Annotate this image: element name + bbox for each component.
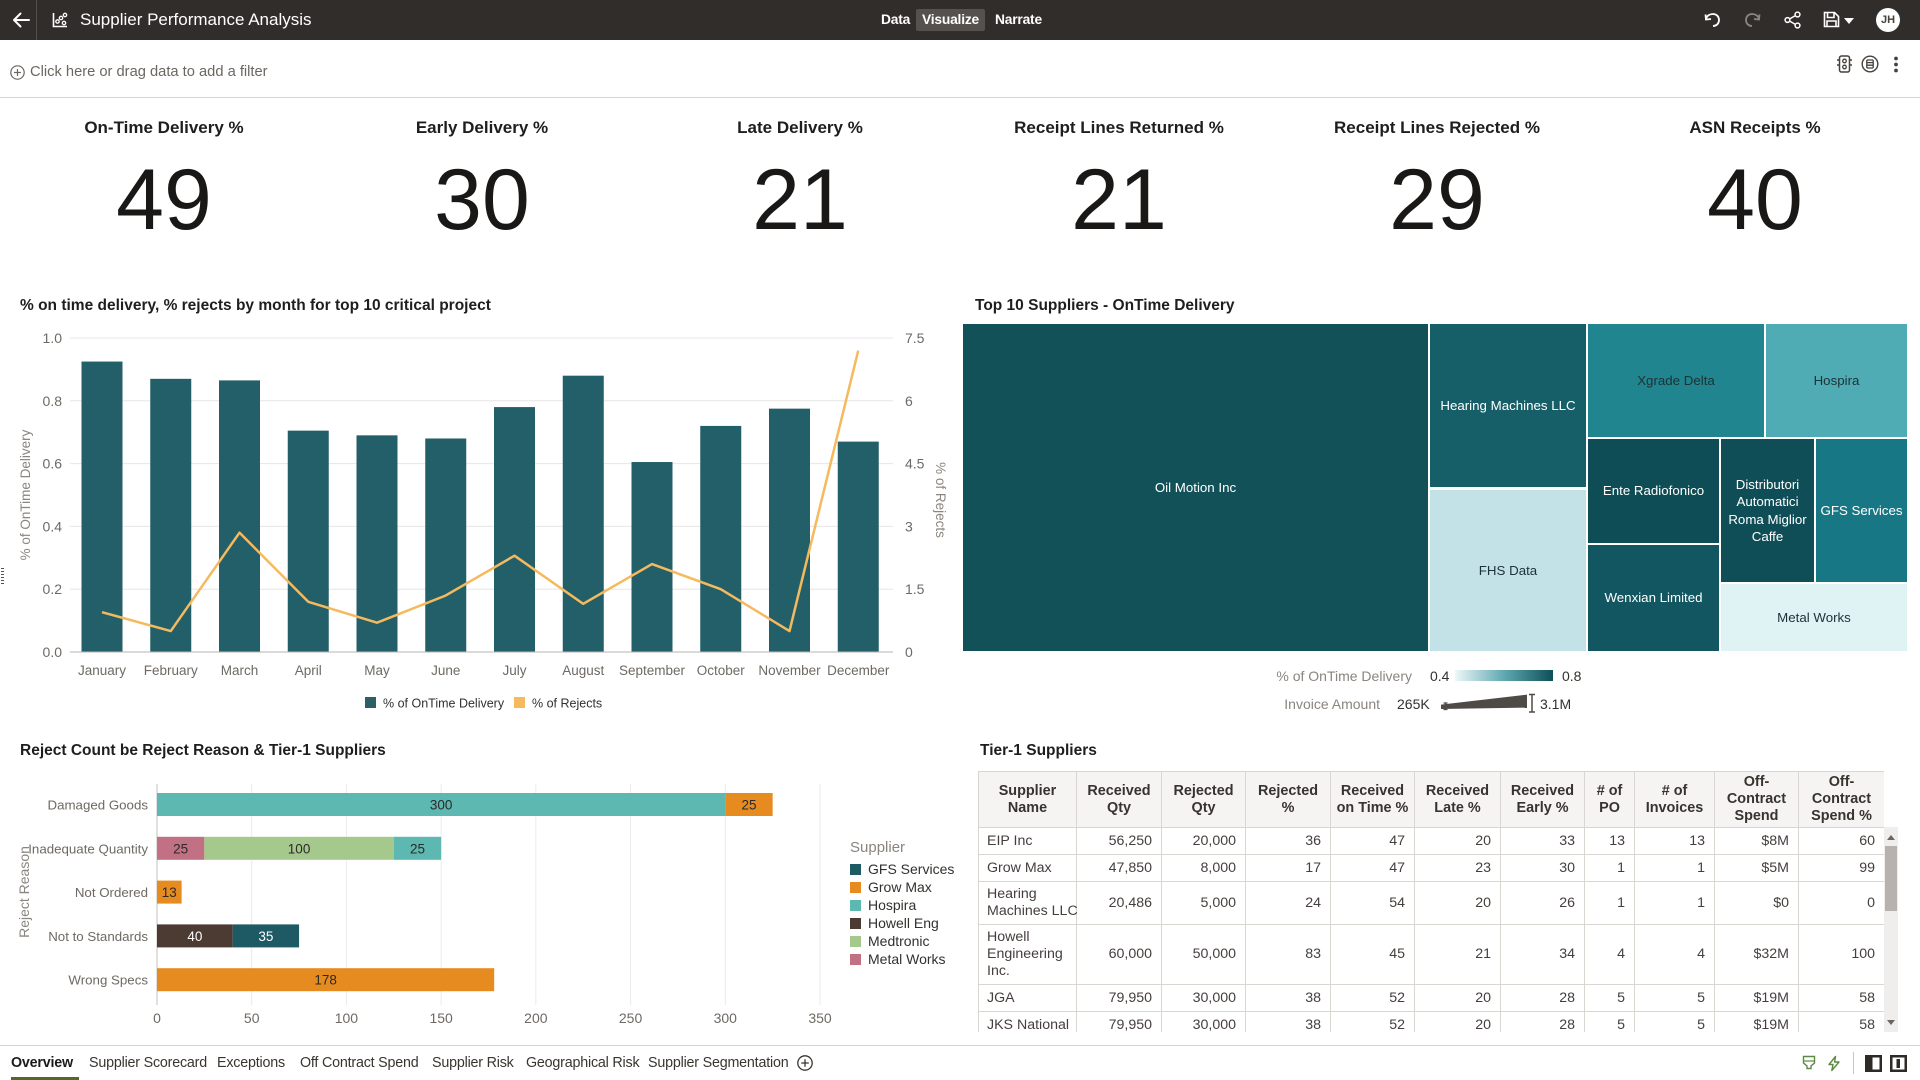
svg-text:0: 0 — [153, 1010, 161, 1026]
svg-text:Damaged Goods: Damaged Goods — [47, 798, 148, 813]
svg-text:January: January — [78, 663, 126, 678]
svg-text:25: 25 — [410, 841, 425, 856]
svg-text:178: 178 — [314, 973, 337, 988]
svg-text:0.8: 0.8 — [43, 393, 63, 409]
svg-text:% of OnTime Delivery: % of OnTime Delivery — [1276, 668, 1412, 684]
svg-text:% of OnTime Delivery: % of OnTime Delivery — [383, 697, 505, 711]
svg-text:350: 350 — [808, 1010, 832, 1026]
svg-text:250: 250 — [619, 1010, 643, 1026]
svg-text:% of Rejects: % of Rejects — [532, 697, 602, 711]
svg-text:Not to Standards: Not to Standards — [48, 929, 148, 944]
svg-text:0.2: 0.2 — [43, 581, 63, 597]
svg-text:265K: 265K — [1397, 696, 1430, 712]
svg-text:25: 25 — [173, 841, 188, 856]
svg-text:0.4: 0.4 — [43, 518, 63, 534]
svg-text:Not Ordered: Not Ordered — [75, 885, 148, 900]
svg-text:Supplier: Supplier — [850, 839, 905, 856]
svg-text:1.5: 1.5 — [905, 581, 925, 597]
svg-text:4.5: 4.5 — [905, 456, 925, 472]
svg-text:0.6: 0.6 — [43, 456, 63, 472]
svg-text:50: 50 — [244, 1010, 260, 1026]
svg-text:August: August — [562, 663, 604, 678]
svg-text:150: 150 — [429, 1010, 453, 1026]
svg-text:13: 13 — [162, 885, 177, 900]
svg-text:March: March — [221, 663, 259, 678]
svg-text:February: February — [144, 663, 198, 678]
svg-text:Invoice Amount: Invoice Amount — [1284, 696, 1380, 712]
svg-text:25: 25 — [741, 798, 756, 813]
svg-text:Wrong Specs: Wrong Specs — [68, 973, 148, 988]
svg-text:GFS Services: GFS Services — [868, 861, 954, 877]
svg-text:1.0: 1.0 — [43, 330, 63, 346]
svg-text:Grow Max: Grow Max — [868, 879, 932, 895]
svg-text:300: 300 — [430, 798, 453, 813]
svg-text:6: 6 — [905, 393, 913, 409]
svg-text:% of Rejects: % of Rejects — [933, 462, 948, 538]
svg-text:June: June — [431, 663, 460, 678]
svg-text:3.1M: 3.1M — [1540, 696, 1571, 712]
svg-text:May: May — [364, 663, 390, 678]
svg-text:Metal Works: Metal Works — [868, 951, 946, 967]
svg-text:July: July — [502, 663, 526, 678]
svg-text:December: December — [827, 663, 890, 678]
svg-text:Inadequate Quantity: Inadequate Quantity — [28, 841, 148, 856]
svg-text:October: October — [697, 663, 746, 678]
svg-text:September: September — [619, 663, 686, 678]
svg-text:November: November — [758, 663, 821, 678]
svg-text:Reject Reason: Reject Reason — [16, 846, 32, 938]
svg-text:100: 100 — [288, 841, 311, 856]
svg-text:100: 100 — [335, 1010, 359, 1026]
svg-text:0.4: 0.4 — [1430, 668, 1450, 684]
svg-text:Howell Eng: Howell Eng — [868, 915, 939, 931]
svg-text:40: 40 — [187, 929, 202, 944]
svg-text:300: 300 — [714, 1010, 738, 1026]
svg-text:Medtronic: Medtronic — [868, 933, 929, 949]
svg-text:0: 0 — [905, 644, 913, 660]
svg-text:Hospira: Hospira — [868, 897, 916, 913]
svg-text:3: 3 — [905, 518, 913, 534]
svg-text:0.8: 0.8 — [1562, 668, 1582, 684]
svg-text:35: 35 — [258, 929, 273, 944]
svg-text:0.0: 0.0 — [43, 644, 63, 660]
svg-text:April: April — [295, 663, 322, 678]
svg-text:% of OnTime Delivery: % of OnTime Delivery — [18, 429, 33, 560]
svg-text:200: 200 — [524, 1010, 548, 1026]
svg-text:7.5: 7.5 — [905, 330, 925, 346]
